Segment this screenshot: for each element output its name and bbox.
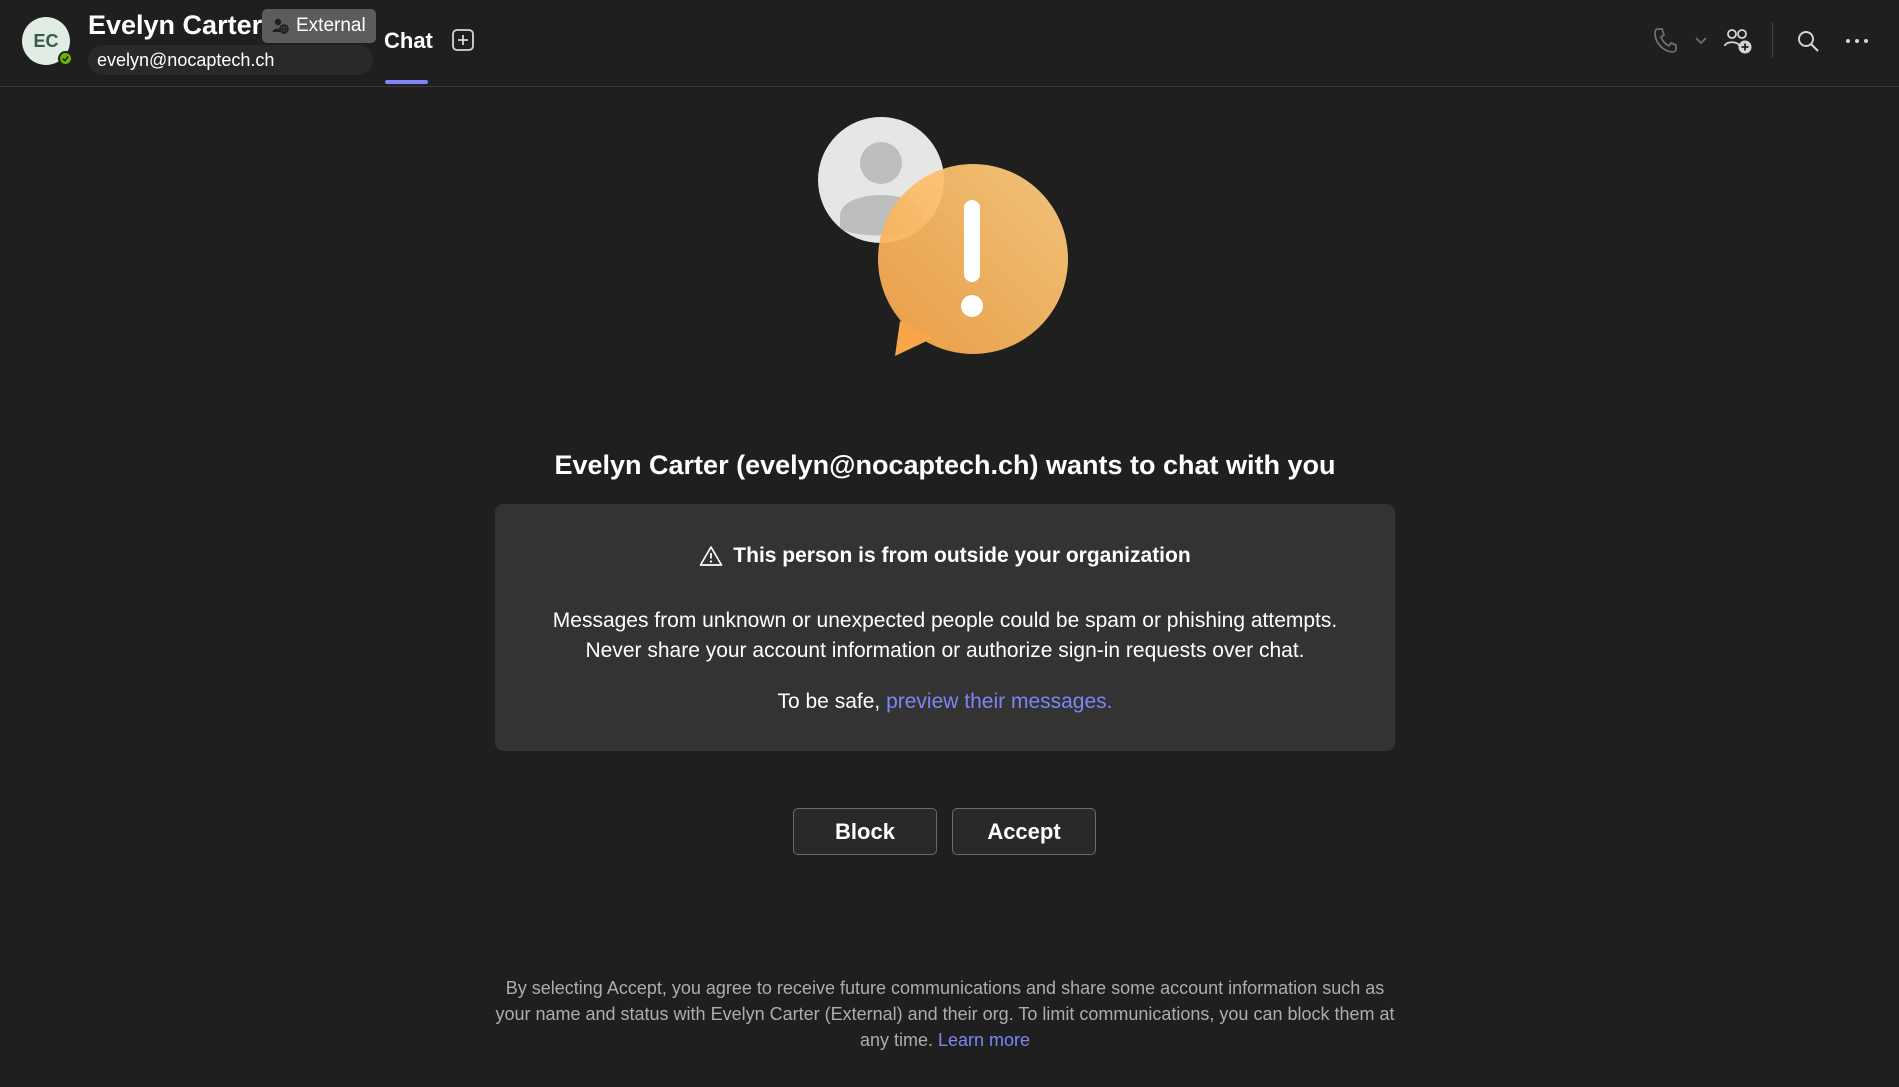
avatar[interactable]: EC [22, 17, 73, 66]
safe-prefix: To be safe, [777, 690, 881, 713]
warning-body: Messages from unknown or unexpected peop… [495, 606, 1395, 666]
learn-more-link[interactable]: Learn more [938, 1030, 1030, 1050]
external-user-icon [272, 18, 289, 34]
warning-title: This person is from outside your organiz… [495, 544, 1395, 568]
tab-chat[interactable]: Chat [384, 28, 433, 54]
warning-safe-hint: To be safe, preview their messages. [495, 690, 1395, 714]
presence-available-icon [58, 51, 73, 66]
chevron-down-icon[interactable] [1694, 36, 1708, 46]
external-warning-card: This person is from outside your organiz… [495, 504, 1395, 751]
avatar-initials: EC [33, 30, 59, 51]
external-warning-illustration [818, 117, 1068, 356]
warning-title-text: This person is from outside your organiz… [733, 544, 1191, 567]
contact-email: evelyn@nocaptech.ch [88, 45, 373, 75]
external-badge-label: External [296, 15, 366, 36]
warning-triangle-icon [699, 546, 723, 566]
warning-line-1: Messages from unknown or unexpected peop… [552, 609, 1338, 632]
chat-header: EC Evelyn Carter External evelyn@nocapte… [0, 0, 1899, 87]
preview-messages-link[interactable]: preview their messages. [886, 690, 1112, 713]
add-people-icon[interactable] [1723, 26, 1753, 56]
accept-button[interactable]: Accept [952, 808, 1096, 855]
more-options-icon[interactable] [1845, 36, 1869, 46]
add-tab-icon[interactable] [451, 28, 475, 52]
call-icon[interactable] [1652, 26, 1678, 54]
block-button[interactable]: Block [793, 808, 937, 855]
search-icon[interactable] [1796, 29, 1820, 53]
warning-line-2: Never share your account information or … [585, 639, 1305, 662]
consent-footer: By selecting Accept, you agree to receiv… [495, 975, 1395, 1053]
header-divider [1772, 22, 1773, 58]
external-badge: External [262, 9, 376, 43]
active-tab-indicator [385, 80, 428, 84]
contact-name[interactable]: Evelyn Carter [88, 10, 262, 41]
chat-request-headline: Evelyn Carter (evelyn@nocaptech.ch) want… [554, 450, 1336, 480]
